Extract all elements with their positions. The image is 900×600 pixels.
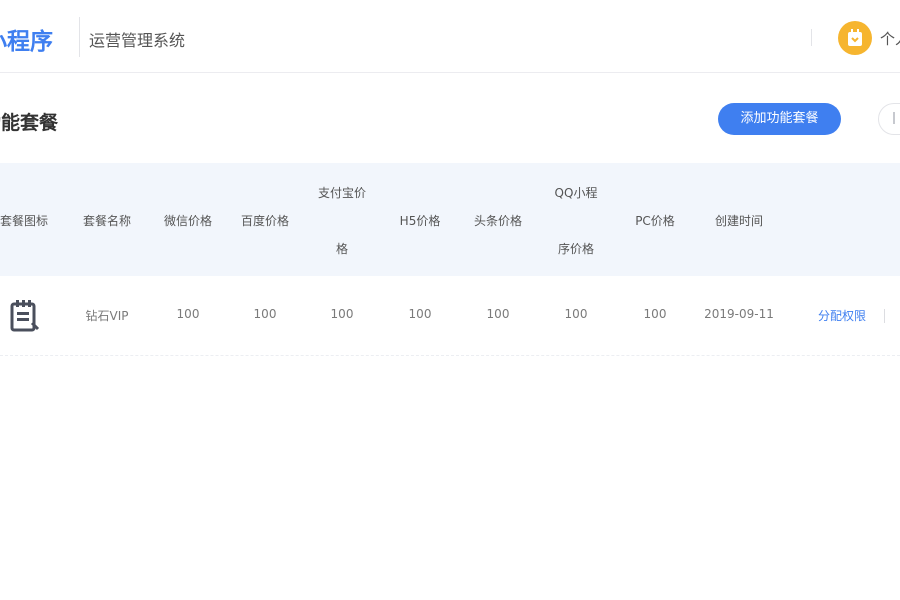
header-divider: [811, 29, 812, 46]
cell-created-date: 2019-09-11: [704, 307, 774, 321]
add-package-button[interactable]: 添加功能套餐: [718, 103, 841, 135]
brand-logo[interactable]: 小程序: [0, 22, 53, 56]
brand-divider: [79, 17, 80, 57]
cell-pc-price: 100: [643, 307, 667, 321]
user-icon: [848, 29, 862, 46]
cell-h5-price: 100: [408, 307, 432, 321]
table-header: 套餐图标 套餐名称 微信价格 百度价格 支付宝价 格 H5价格 头条价格 QQ小…: [0, 163, 900, 276]
col-header-baidu: 百度价格: [240, 214, 290, 228]
col-header-alipay-wrap: 格: [335, 242, 349, 256]
col-header-qq-wrap: 序价格: [557, 242, 595, 256]
cell-baidu-price: 100: [253, 307, 277, 321]
user-avatar[interactable]: [838, 21, 872, 55]
col-header-pc: PC价格: [635, 214, 675, 228]
col-header-created: 创建时间: [714, 214, 764, 228]
app-page: 小程序 运营管理系统 个人 功能套餐 添加功能套餐 套餐图标 套餐名称 微信价格…: [0, 0, 900, 600]
col-header-wechat: 微信价格: [163, 214, 213, 228]
system-subtitle: 运营管理系统: [89, 31, 186, 50]
col-header-toutiao: 头条价格: [473, 214, 523, 228]
col-header-h5: H5价格: [399, 214, 441, 228]
cell-name: 钻石VIP: [85, 309, 129, 323]
cell-toutiao-price: 100: [486, 307, 510, 321]
col-header-icon: 套餐图标: [0, 214, 49, 228]
user-menu-label[interactable]: 个人: [880, 28, 900, 49]
cell-alipay-price: 100: [330, 307, 354, 321]
cell-wechat-price: 100: [176, 307, 200, 321]
col-header-qq: QQ小程: [554, 186, 598, 200]
page-title: 功能套餐: [0, 112, 59, 134]
assign-permission-link[interactable]: 分配权限: [818, 307, 866, 324]
cell-qq-price: 100: [564, 307, 588, 321]
search-input[interactable]: [878, 103, 900, 135]
notepad-icon: [10, 300, 40, 332]
table-row: 钻石VIP 100 100 100 100 100 100 100 2019-0…: [0, 276, 900, 356]
col-header-name: 套餐名称: [82, 214, 132, 228]
action-divider: [884, 309, 885, 323]
input-cursor: [893, 112, 899, 124]
top-bar: 小程序 运营管理系统 个人: [0, 0, 900, 73]
col-header-alipay: 支付宝价: [317, 186, 367, 200]
